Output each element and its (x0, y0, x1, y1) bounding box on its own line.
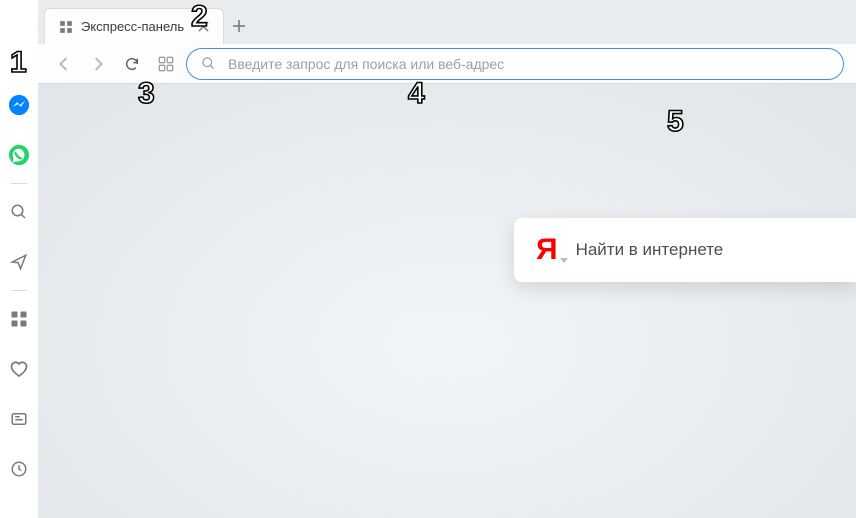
forward-button[interactable] (84, 50, 112, 78)
messenger-icon[interactable] (8, 94, 30, 116)
reload-button[interactable] (118, 50, 146, 78)
sidebar (0, 0, 38, 518)
yandex-search-card[interactable]: Я Найти в интернете (514, 218, 856, 282)
search-sidebar-icon[interactable] (8, 201, 30, 223)
address-bar[interactable] (186, 48, 844, 80)
tab-strip: Экспресс-панель (38, 0, 856, 45)
personal-news-icon[interactable] (8, 251, 30, 273)
tab-title: Экспресс-панель (81, 19, 184, 34)
sidebar-separator (11, 183, 27, 184)
sidebar-separator (11, 290, 27, 291)
yandex-search-placeholder: Найти в интернете (576, 240, 724, 260)
address-input[interactable] (226, 55, 829, 73)
speed-dial-content: Я Найти в интернете (38, 84, 856, 518)
close-tab-icon[interactable] (198, 21, 209, 32)
snapshot-icon[interactable] (8, 408, 30, 430)
yandex-logo-icon: Я (536, 233, 558, 267)
search-icon (201, 56, 216, 71)
whatsapp-icon[interactable] (8, 144, 30, 166)
history-icon[interactable] (8, 458, 30, 480)
speed-dial-sidebar-icon[interactable] (8, 308, 30, 330)
toolbar (38, 44, 856, 84)
back-button[interactable] (50, 50, 78, 78)
speed-dial-toolbar-icon[interactable] (152, 50, 180, 78)
speed-dial-tab-icon (59, 20, 73, 34)
tab-speed-dial[interactable]: Экспресс-панель (44, 8, 224, 44)
new-tab-button[interactable] (224, 8, 254, 44)
bookmarks-icon[interactable] (8, 358, 30, 380)
